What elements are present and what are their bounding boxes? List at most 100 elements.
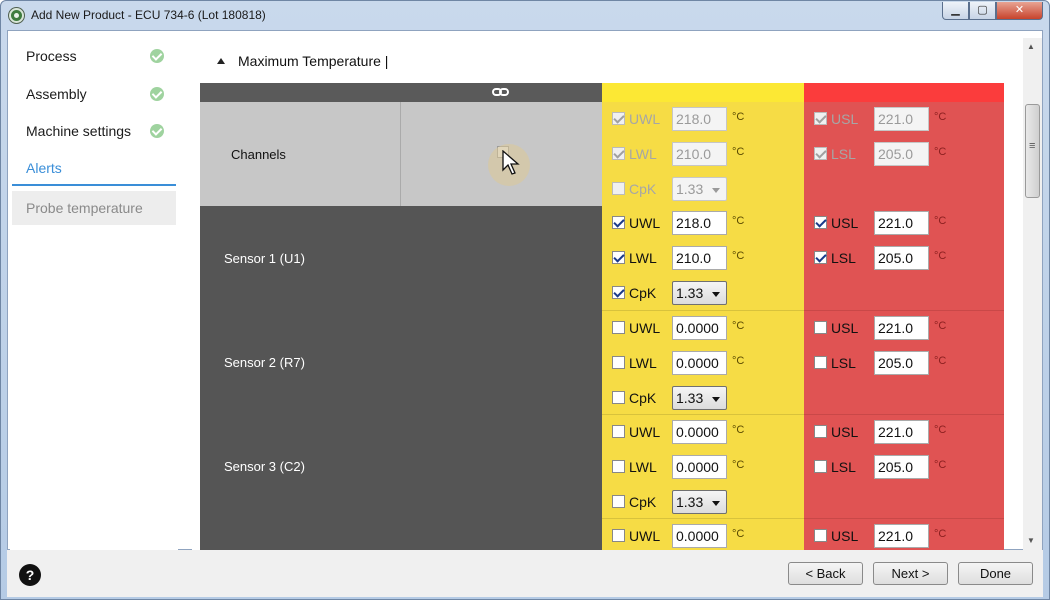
help-icon[interactable]: ? <box>19 564 41 586</box>
usl-label: USL <box>831 528 859 544</box>
row-label: Sensor 2 (R7) <box>224 355 305 370</box>
lsl-checkbox[interactable] <box>814 147 827 160</box>
uwl-input[interactable]: 0.0000 <box>672 316 727 340</box>
usl-line: USL 221.0 °C <box>804 415 1004 449</box>
uwl-line: UWL 218.0 °C <box>602 102 802 136</box>
lsl-input[interactable]: 205.0 <box>874 246 929 270</box>
lwl-checkbox[interactable] <box>612 356 625 369</box>
usl-input[interactable]: 221.0 <box>874 211 929 235</box>
sensor-name-cell: Sensor 1 (U1) <box>200 206 602 310</box>
lwl-input[interactable]: 210.0 <box>672 142 727 166</box>
unit-label: °C <box>934 320 947 332</box>
table-row-sensor-4: UWL 0.0000 °C USL 221.0 °C <box>200 518 1004 551</box>
lwl-checkbox[interactable] <box>612 251 625 264</box>
sidebar-step-assembly[interactable]: Assembly <box>12 76 176 112</box>
lsl-line: LSL 205.0 °C <box>804 450 1004 484</box>
usl-input[interactable]: 221.0 <box>874 316 929 340</box>
next-button[interactable]: Next > <box>873 562 948 585</box>
sidebar-substep-probe-temperature[interactable]: Probe temperature <box>12 191 176 225</box>
channels-name-cell: Channels <box>200 102 401 206</box>
lsl-label: LSL <box>831 146 856 162</box>
unit-label: °C <box>934 111 947 123</box>
cpk-select[interactable]: 1.33 <box>672 177 727 201</box>
uwl-input[interactable]: 0.0000 <box>672 420 727 444</box>
lsl-checkbox[interactable] <box>814 460 827 473</box>
unit-label: °C <box>934 459 947 471</box>
usl-checkbox[interactable] <box>814 425 827 438</box>
wizard-sidebar: Process Assembly Machine settings Alerts… <box>10 31 178 551</box>
table-row-channels: Channels UWL 218.0 °C LWL 210.0 °C CpK 1… <box>200 102 1004 206</box>
scroll-down-arrow-icon[interactable]: ▼ <box>1027 536 1035 545</box>
limit-cell: USL 221.0 °C LSL 205.0 °C <box>804 414 1004 518</box>
lsl-input[interactable]: 205.0 <box>874 351 929 375</box>
lsl-checkbox[interactable] <box>814 356 827 369</box>
done-button[interactable]: Done <box>958 562 1033 585</box>
usl-checkbox[interactable] <box>814 321 827 334</box>
sidebar-step-alerts[interactable]: Alerts <box>12 150 176 186</box>
step-label: Machine settings <box>26 123 132 139</box>
cpk-checkbox[interactable] <box>612 286 625 299</box>
check-circle-icon <box>150 49 164 63</box>
cpk-select[interactable]: 1.33 <box>672 386 727 410</box>
usl-label: USL <box>831 320 859 336</box>
warning-cell: UWL 218.0 °C LWL 210.0 °C CpK 1.33 <box>602 206 804 310</box>
unit-label: °C <box>732 111 745 123</box>
uwl-checkbox[interactable] <box>612 529 625 542</box>
lsl-input[interactable]: 205.0 <box>874 142 929 166</box>
scrollbar-thumb[interactable] <box>1025 104 1040 198</box>
cpk-line: CpK 1.33 <box>602 485 802 519</box>
lwl-input[interactable]: 0.0000 <box>672 351 727 375</box>
usl-checkbox[interactable] <box>814 112 827 125</box>
usl-checkbox[interactable] <box>814 529 827 542</box>
lwl-checkbox[interactable] <box>612 147 625 160</box>
row-label: Channels <box>231 147 286 162</box>
uwl-input[interactable]: 218.0 <box>672 211 727 235</box>
collapse-triangle-icon[interactable] <box>217 58 225 64</box>
maximize-button[interactable]: ▢ <box>969 2 996 20</box>
sidebar-step-machine-settings[interactable]: Machine settings <box>12 113 176 149</box>
usl-input[interactable]: 221.0 <box>874 107 929 131</box>
minimize-button[interactable]: ▁ <box>942 2 969 20</box>
close-button[interactable]: ✕ <box>996 2 1043 20</box>
usl-input[interactable]: 221.0 <box>874 420 929 444</box>
vertical-scrollbar[interactable]: ▲ ▼ <box>1023 38 1042 551</box>
lwl-input[interactable]: 0.0000 <box>672 455 727 479</box>
lwl-checkbox[interactable] <box>612 460 625 473</box>
cpk-select[interactable]: 1.33 <box>672 490 727 514</box>
uwl-checkbox[interactable] <box>612 425 625 438</box>
warning-cell: UWL 218.0 °C LWL 210.0 °C CpK 1.33 <box>602 102 804 206</box>
lsl-line: LSL 205.0 °C <box>804 241 1004 275</box>
lsl-input[interactable]: 205.0 <box>874 455 929 479</box>
lwl-label: LWL <box>629 355 657 371</box>
cpk-select[interactable]: 1.33 <box>672 281 727 305</box>
scroll-up-arrow-icon[interactable]: ▲ <box>1027 42 1035 51</box>
cpk-label: CpK <box>629 181 657 197</box>
lsl-label: LSL <box>831 355 856 371</box>
lwl-input[interactable]: 210.0 <box>672 246 727 270</box>
uwl-checkbox[interactable] <box>612 216 625 229</box>
back-button[interactable]: < Back <box>788 562 863 585</box>
cpk-checkbox[interactable] <box>612 495 625 508</box>
usl-label: USL <box>831 111 859 127</box>
cpk-checkbox[interactable] <box>612 182 625 195</box>
link-icon[interactable] <box>492 87 510 97</box>
usl-line: USL 221.0 °C <box>804 311 1004 345</box>
section-title: Maximum Temperature | <box>238 53 389 69</box>
lwl-line: LWL 0.0000 °C <box>602 450 802 484</box>
uwl-input[interactable]: 218.0 <box>672 107 727 131</box>
cpk-line: CpK 1.33 <box>602 381 802 415</box>
limit-cell: USL 221.0 °C LSL 205.0 °C <box>804 206 1004 310</box>
lwl-line: LWL 0.0000 °C <box>602 346 802 380</box>
usl-input[interactable]: 221.0 <box>874 524 929 548</box>
lsl-checkbox[interactable] <box>814 251 827 264</box>
sidebar-step-process[interactable]: Process <box>12 38 176 74</box>
uwl-checkbox[interactable] <box>612 112 625 125</box>
uwl-checkbox[interactable] <box>612 321 625 334</box>
table-row-sensor-3: Sensor 3 (C2) UWL 0.0000 °C LWL 0.0000 °… <box>200 414 1004 518</box>
cpk-checkbox[interactable] <box>612 391 625 404</box>
unit-label: °C <box>732 250 745 262</box>
uwl-input[interactable]: 0.0000 <box>672 524 727 548</box>
usl-line: USL 221.0 °C <box>804 206 1004 240</box>
section-header[interactable]: Maximum Temperature | <box>192 38 1004 83</box>
usl-checkbox[interactable] <box>814 216 827 229</box>
